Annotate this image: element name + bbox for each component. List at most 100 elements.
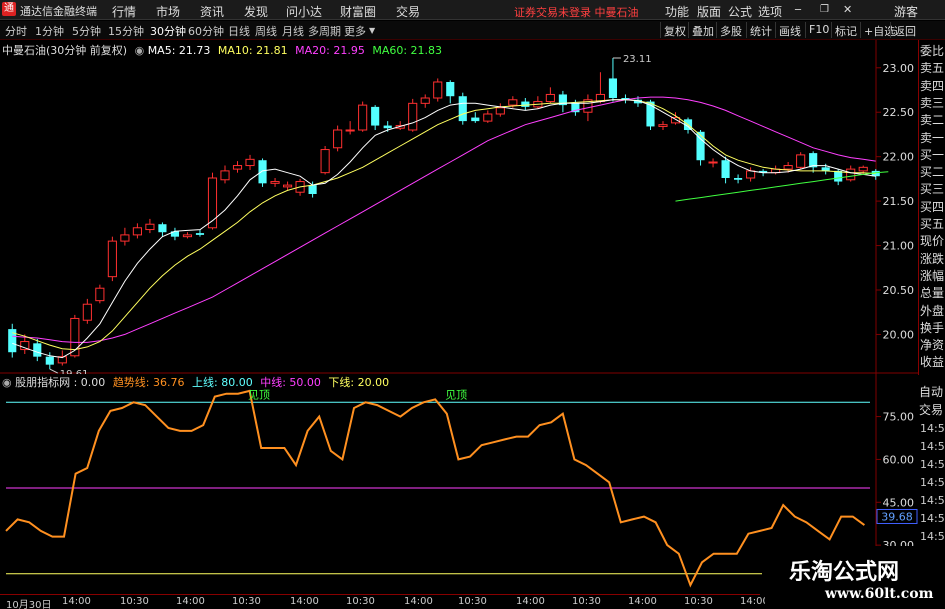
menu-layout[interactable]: 版面 [697,3,721,20]
menu-formula[interactable]: 公式 [728,3,752,20]
lower-label: 下线: 20.00 [328,376,390,389]
order-panel-item[interactable]: 买三 [920,180,944,197]
candle-up [746,170,756,179]
candle-up [120,234,130,242]
candle-up [333,129,343,149]
order-panel-item[interactable]: 净资 [920,336,944,353]
adjust-button[interactable]: 复权 [660,22,689,38]
x-axis-label: 14:00 [628,596,657,607]
order-panel-item[interactable]: 外盘 [920,302,944,319]
menu-discover[interactable]: 发现 [244,3,268,20]
order-panel-item[interactable]: 卖一 [920,129,944,146]
order-panel-item[interactable]: 卖五 [920,59,944,76]
ma20-label: MA20: 21.95 [295,44,365,57]
candle-down [45,356,54,365]
time-tick-label: 14:56 [920,422,945,435]
candle-down [821,167,830,171]
candle-up [82,303,92,321]
mark-button[interactable]: 标记 [831,22,860,38]
draw-line-button[interactable]: 画线 [775,22,804,38]
x-axis-label: 10:30 [120,596,149,607]
order-panel-item[interactable]: 卖三 [920,94,944,111]
tab-30min[interactable]: 30分钟 [150,23,186,39]
ma10-label: MA10: 21.81 [217,44,288,57]
settings-icon[interactable]: ◉ [135,44,145,57]
tab-multi-period[interactable]: 多周期 [308,23,341,39]
order-panel-item[interactable]: 卖二 [920,111,944,128]
order-panel-item[interactable]: 买一 [920,146,944,163]
tab-60min[interactable]: 60分钟 [188,23,224,39]
candle-up [345,129,355,132]
menu-quotes[interactable]: 行情 [112,3,136,20]
menu-market[interactable]: 市场 [156,3,180,20]
window-close-icon[interactable]: ✕ [843,3,852,16]
window-restore-icon[interactable]: ❐ [820,4,829,15]
candle-up [95,287,105,302]
candle-up [545,93,555,103]
x-axis-label: 10:30 [232,596,261,607]
tab-15min[interactable]: 15分钟 [108,23,144,39]
multi-stock-button[interactable]: 多股 [716,22,745,38]
ma20-line [12,96,876,343]
candlestick-chart[interactable]: 23.00 22.50 22.00 21.50 21.00 20.50 20.00 23.11… [0,40,918,374]
login-status: 证券交易未登录 中曼石油 [514,6,639,19]
order-panel-item[interactable]: 买五 [920,215,944,232]
price-tick-label: 22.00 [883,151,915,164]
f10-button[interactable]: F10 [805,22,832,38]
order-panel-item[interactable]: 涨幅 [920,267,944,284]
order-book-panel: 委比 卖五 卖四 卖三 卖二 卖一 买一 买二 买三 买四 买五 现价 涨跌 涨幅 总量 外盘 换手 净资 收益 [918,40,945,375]
tab-1min[interactable]: 1分钟 [35,23,64,39]
main-legend: 中曼石油(30分钟 前复权) ◉ MA5: 21.73 MA10: 21.81 … [2,42,442,58]
menu-function[interactable]: 功能 [665,3,689,20]
menu-wealth[interactable]: 财富圈 [340,3,376,20]
time-tick-label: 14:56 [920,494,945,507]
menu-options[interactable]: 选项 [758,3,782,20]
candle-down [471,117,480,122]
candle-up [320,149,330,174]
indicator-settings-icon[interactable]: ◉ [2,376,12,389]
top-signal-label: 见顶 [248,388,270,401]
order-panel-item[interactable]: 换手 [920,319,944,336]
menu-ask[interactable]: 问小达 [286,3,322,20]
watermark: 乐淘公式网 www.60lt.com [765,546,945,609]
tab-weekly[interactable]: 周线 [255,23,277,39]
candle-up [420,97,430,104]
menu-news[interactable]: 资讯 [200,3,224,20]
order-panel-item[interactable]: 买四 [920,198,944,215]
statistics-button[interactable]: 统计 [746,22,775,38]
tab-more[interactable]: 更多 [344,23,366,39]
time-tick-label: 14:56 [920,440,945,453]
order-panel-item[interactable]: 总量 [920,284,944,301]
order-panel-item[interactable]: 委比 [920,42,944,59]
tab-5min[interactable]: 5分钟 [72,23,101,39]
x-axis-label: 10月30日 [6,600,52,609]
time-tick-label: 14:56 [920,530,945,543]
candle-up [220,170,230,181]
time-tick-label: 14:56 [920,476,945,489]
overlay-button[interactable]: 叠加 [688,22,717,38]
ma10-line [12,99,876,351]
candle-down [371,106,380,126]
candle-down [308,185,317,194]
back-button[interactable]: 返回 [890,22,919,38]
order-panel-item[interactable]: 买二 [920,163,944,180]
order-panel-item[interactable]: 收益 [920,353,944,370]
tab-daily[interactable]: 日线 [228,23,250,39]
trade-button[interactable]: 交易 [919,401,943,418]
more-chevron-icon[interactable]: ▼ [369,26,375,35]
candle-up [145,223,155,231]
candle-down [458,96,467,122]
order-panel-item[interactable]: 现价 [920,232,944,249]
indicator-name: 股朋指标网 : 0.00 [15,376,106,389]
x-axis-label: 14:00 [516,596,545,607]
candle-down [195,233,205,235]
tab-minute[interactable]: 分时 [5,23,27,39]
guest-label[interactable]: 游客 [894,3,918,20]
menu-trade[interactable]: 交易 [396,3,420,20]
x-axis-label: 14:00 [404,596,433,607]
auto-button[interactable]: 自动 [919,383,943,400]
order-panel-item[interactable]: 卖四 [920,77,944,94]
window-minimize-icon[interactable]: ─ [795,5,801,16]
tab-monthly[interactable]: 月线 [282,23,304,39]
order-panel-item[interactable]: 涨跌 [920,250,944,267]
